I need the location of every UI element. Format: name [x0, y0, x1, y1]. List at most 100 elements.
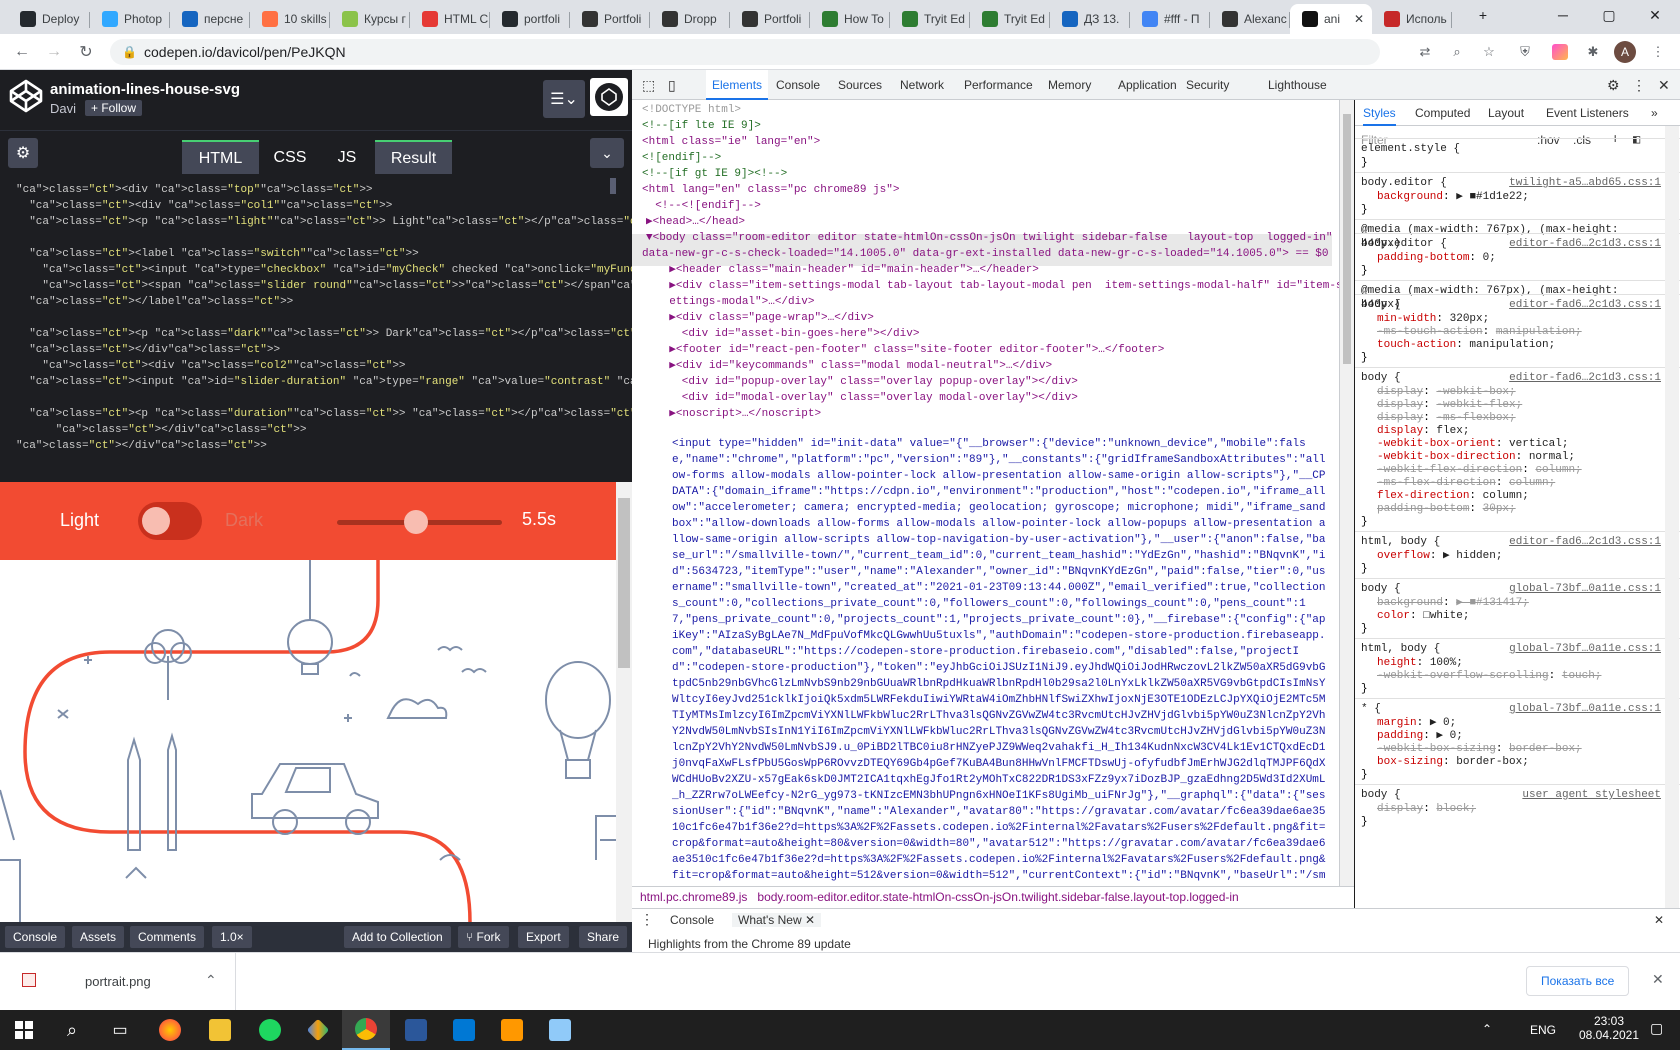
tab-js[interactable]: JS	[321, 140, 373, 175]
git-kraken-icon[interactable]	[294, 1010, 342, 1050]
back-icon[interactable]: ←	[10, 40, 34, 64]
clock[interactable]: 23:03 08.04.2021	[1579, 1014, 1639, 1042]
new-tab-icon[interactable]: +	[1460, 0, 1506, 30]
settings-gear-icon[interactable]: ⚙	[8, 138, 38, 168]
style-property[interactable]: display: -webkit-flex;	[1361, 398, 1661, 412]
result-scrollbar-thumb[interactable]	[618, 498, 630, 668]
dom-node-line[interactable]: <!--[if gt IE 9]><!-->	[642, 166, 787, 182]
close-tab-icon[interactable]: ✕	[1354, 12, 1364, 26]
browser-tab[interactable]: Photop	[90, 4, 170, 34]
console-button[interactable]: Console	[5, 926, 66, 948]
calculator-app-icon[interactable]	[440, 1010, 488, 1050]
breadcrumb-html[interactable]: html.pc.chrome89.js	[640, 890, 747, 904]
notepad-icon[interactable]	[536, 1010, 584, 1050]
style-property[interactable]: display: -ms-flexbox;	[1361, 411, 1661, 425]
more-tabs-icon[interactable]: »	[1651, 100, 1658, 126]
style-property[interactable]: padding-bottom: 30px;	[1361, 502, 1661, 516]
style-property[interactable]: padding-bottom: 0;	[1361, 251, 1661, 265]
rule-source-link[interactable]: editor-fad6…2c1d3.css:1	[1361, 535, 1661, 549]
style-property[interactable]: -webkit-overflow-scrolling: touch;	[1361, 669, 1661, 683]
browser-tab[interactable]: ДЗ 13.	[1050, 4, 1130, 34]
browser-tab[interactable]: Portfoli	[570, 4, 650, 34]
style-property[interactable]: margin: ▶ 0;	[1361, 716, 1661, 730]
devtools-tab[interactable]: Performance	[958, 70, 1039, 100]
devtools-tab[interactable]: Network	[894, 70, 950, 100]
style-property[interactable]: display: block;	[1361, 802, 1661, 816]
collapse-chevron-icon[interactable]: ⌄	[590, 138, 624, 168]
browser-tab[interactable]: Deploy	[8, 4, 90, 34]
browser-tab[interactable]: Tryit Ed	[890, 4, 970, 34]
style-property[interactable]: -webkit-box-orient: vertical;	[1361, 437, 1661, 451]
devtools-tab[interactable]: Application	[1112, 70, 1183, 100]
tab-layout[interactable]: Layout	[1488, 100, 1524, 126]
style-property[interactable]: -webkit-box-direction: normal;	[1361, 450, 1661, 464]
devtools-tab[interactable]: Elements	[706, 70, 769, 100]
tab-styles[interactable]: Styles	[1363, 100, 1396, 126]
rule-source-link[interactable]: global-73bf…0a11e.css:1	[1361, 642, 1661, 656]
taskbar-search-icon[interactable]: ⌕	[48, 1010, 96, 1050]
rule-source-link[interactable]: editor-fad6…2c1d3.css:1	[1361, 298, 1661, 312]
follow-button[interactable]: + Follow	[85, 100, 143, 116]
dom-node-line[interactable]: ▼<body class="room-editor editor state-h…	[646, 230, 1333, 246]
forward-icon[interactable]: →	[42, 40, 66, 64]
chrome-taskbar-icon[interactable]	[342, 1010, 390, 1050]
style-property[interactable]: color: □white;	[1361, 609, 1661, 623]
style-property[interactable]: background: ▶ ■#1d1e22;	[1361, 190, 1661, 204]
devtools-close-icon[interactable]: ✕	[1658, 70, 1670, 100]
devtools-tab[interactable]: Sources	[832, 70, 888, 100]
dom-node-line[interactable]: <![endif]-->	[642, 150, 721, 166]
dom-node-line[interactable]: <!--[if lte IE 9]>	[642, 118, 761, 134]
tab-html[interactable]: HTML	[182, 140, 259, 175]
extensions-puzzle-icon[interactable]: ✱	[1583, 42, 1603, 62]
style-property[interactable]: min-width: 320px;	[1361, 312, 1661, 326]
rule-source-link[interactable]: global-73bf…0a11e.css:1	[1361, 582, 1661, 596]
style-property[interactable]: -webkit-box-sizing: border-box;	[1361, 742, 1661, 756]
change-view-button[interactable]: ☰⌄	[543, 80, 585, 118]
styles-scrollbar[interactable]	[1665, 126, 1679, 908]
style-property[interactable]: padding: ▶ 0;	[1361, 729, 1661, 743]
browser-tab[interactable]: 10 skills	[250, 4, 330, 34]
browser-tab[interactable]: персне	[170, 4, 250, 34]
tab-computed[interactable]: Computed	[1415, 100, 1470, 126]
devtools-tab[interactable]: Security	[1180, 70, 1235, 100]
devtools-settings-icon[interactable]: ⚙	[1607, 70, 1620, 100]
rule-selector[interactable]: element.style {	[1361, 142, 1661, 156]
browser-tab[interactable]: Исполь	[1372, 4, 1452, 34]
dom-node-line[interactable]: ▶<head>…</head>	[646, 214, 745, 230]
file-explorer-icon[interactable]	[196, 1010, 244, 1050]
sublime-icon[interactable]	[488, 1010, 536, 1050]
dom-node-line[interactable]: <div id="popup-overlay" class="overlay p…	[662, 374, 1078, 390]
dom-node-line[interactable]: ▶<div class="item-settings-modal tab-lay…	[656, 278, 1339, 294]
init-data-node[interactable]: <input type="hidden" id="init-data" valu…	[672, 436, 1327, 886]
dom-node-line[interactable]: ▶<noscript>…</noscript>	[656, 406, 821, 422]
add-to-collection-button[interactable]: Add to Collection	[344, 926, 451, 948]
export-button[interactable]: Export	[518, 926, 569, 948]
minimize-icon[interactable]: ─	[1540, 0, 1586, 30]
codepen-logo-icon[interactable]	[8, 78, 44, 114]
firefox-icon[interactable]	[146, 1010, 194, 1050]
elements-scrollbar-thumb[interactable]	[1343, 114, 1351, 364]
browser-tab[interactable]: HTML С	[410, 4, 490, 34]
dom-node-line[interactable]: ettings-modal">…</div>	[656, 294, 814, 310]
browser-tab[interactable]: Portfoli	[730, 4, 810, 34]
bookmark-star-icon[interactable]: ☆	[1479, 42, 1499, 62]
close-download-bar-icon[interactable]: ✕	[1652, 971, 1664, 988]
browser-tab[interactable]: ani ✕	[1290, 4, 1372, 34]
tab-result[interactable]: Result	[375, 140, 452, 175]
input-language[interactable]: ENG	[1530, 1023, 1556, 1037]
style-property[interactable]: -ms-touch-action: manipulation;	[1361, 325, 1661, 339]
dom-node-line[interactable]: ▶<header class="main-header" id="main-he…	[656, 262, 1039, 278]
drawer-menu-icon[interactable]: ⋮	[640, 911, 654, 928]
spotify-icon[interactable]	[246, 1010, 294, 1050]
dom-node-line[interactable]: ▶<div class="page-wrap">…</div>	[656, 310, 874, 326]
pen-author[interactable]: Davi	[50, 101, 76, 116]
start-windows-icon[interactable]	[0, 1010, 48, 1050]
browser-tab[interactable]: How To	[810, 4, 890, 34]
share-button[interactable]: Share	[579, 926, 628, 948]
fork-button[interactable]: ⑂ Fork	[458, 926, 509, 948]
dom-node-line[interactable]: ▶<div id="keycommands" class="modal moda…	[656, 358, 1052, 374]
dom-node-line[interactable]: data-new-gr-c-s-check-loaded="14.1005.0"…	[642, 246, 1329, 262]
duration-slider-thumb[interactable]	[404, 510, 429, 534]
browser-tab[interactable]: Курсы г	[330, 4, 410, 34]
style-property[interactable]: display: -webkit-box;	[1361, 385, 1661, 399]
